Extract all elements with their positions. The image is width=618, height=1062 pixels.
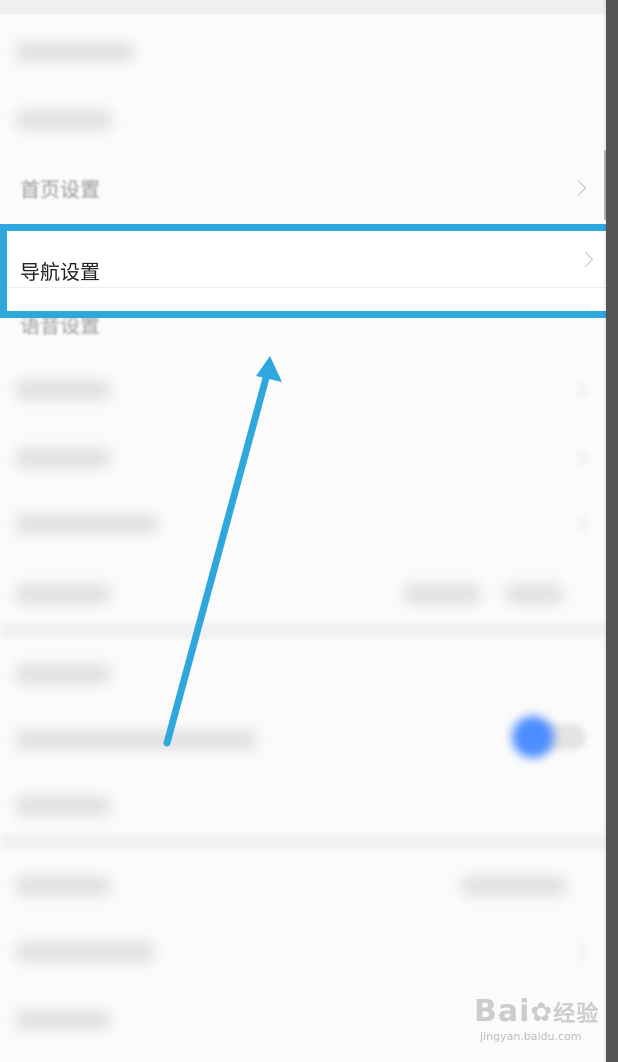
- settings-row-blurred-6[interactable]: [0, 560, 606, 627]
- chevron-right-icon: [570, 943, 587, 960]
- blurred-value: [506, 583, 562, 604]
- settings-row-blurred-7[interactable]: [0, 640, 606, 707]
- blurred-label: [16, 379, 110, 400]
- settings-row-blurred-1[interactable]: [0, 18, 606, 85]
- blurred-label: [16, 795, 110, 816]
- highlight-frame: [0, 224, 613, 318]
- blurred-label: [16, 941, 154, 962]
- chevron-right-icon: [570, 179, 587, 196]
- blurred-label: [16, 109, 112, 130]
- blurred-label: [16, 729, 256, 750]
- blurred-label: [16, 513, 158, 534]
- homepage-settings-label: 首页设置: [20, 177, 100, 201]
- toggle-knob: [512, 716, 554, 758]
- settings-row-blurred-2[interactable]: [0, 86, 606, 153]
- settings-row-blurred-8[interactable]: [0, 772, 606, 839]
- device-edge: [606, 0, 618, 1062]
- blurred-label: [16, 1009, 110, 1030]
- paw-icon: ✿: [530, 998, 554, 1028]
- blurred-label: [16, 447, 110, 468]
- chevron-right-icon: [570, 515, 587, 532]
- blurred-label: [16, 663, 110, 684]
- settings-row-blurred-5[interactable]: [0, 490, 606, 557]
- blurred-label: [16, 41, 134, 62]
- settings-screen: 首页设置 语音设置: [0, 0, 606, 1062]
- top-bar: [0, 0, 606, 14]
- settings-row-homepage[interactable]: 首页设置: [0, 154, 606, 221]
- settings-row-blurred-4[interactable]: [0, 424, 606, 491]
- section-divider: [0, 622, 606, 638]
- blurred-value: [462, 875, 566, 896]
- watermark-domain: jingyan.baidu.com: [480, 1030, 582, 1043]
- blurred-value: [404, 583, 480, 604]
- settings-row-blurred-3[interactable]: [0, 356, 606, 423]
- toggle-switch[interactable]: [512, 716, 592, 758]
- settings-row-blurred-9[interactable]: [0, 852, 606, 919]
- settings-row-blurred-10[interactable]: [0, 918, 606, 985]
- watermark-brand: Bai: [474, 994, 531, 1029]
- chevron-right-icon: [570, 449, 587, 466]
- baidu-watermark: Bai✿经验 jingyan.baidu.com: [474, 994, 600, 1043]
- chevron-right-icon: [570, 381, 587, 398]
- watermark-suffix: 经验: [553, 1002, 600, 1027]
- section-divider: [0, 834, 606, 850]
- blurred-label: [16, 583, 110, 604]
- blurred-label: [16, 875, 110, 896]
